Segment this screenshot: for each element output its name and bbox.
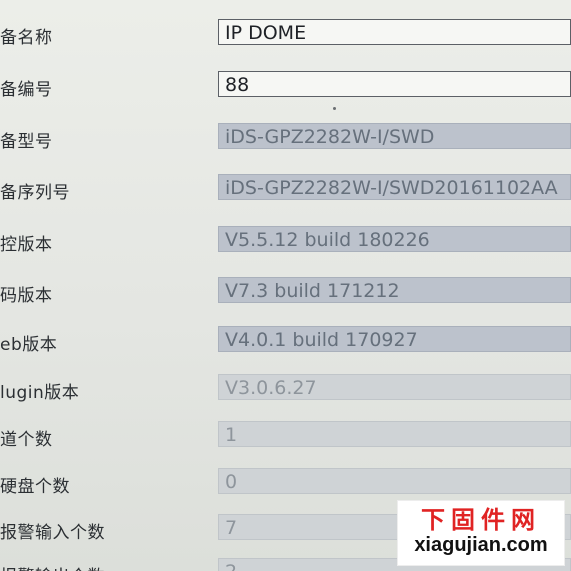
web-version-value: V4.0.1 build 170927: [218, 326, 571, 352]
alarm-output-count-label: 报警输出个数: [0, 562, 105, 571]
row-channel-count: 道个数 1: [0, 421, 571, 451]
serial-number-value: iDS-GPZ2282W-I/SWD20161102AA: [218, 174, 571, 200]
row-serial-number: 备序列号 iDS-GPZ2282W-I/SWD20161102AA: [0, 174, 571, 204]
device-number-label: 备编号: [0, 80, 53, 100]
device-info-screen: 备名称 IP DOME 备编号 88 备型号 iDS-GPZ2282W-I/SW…: [0, 0, 571, 571]
encoding-version-value: V7.3 build 171212: [218, 277, 571, 303]
device-number-input[interactable]: 88: [218, 71, 571, 97]
row-web-version: eb版本 V4.0.1 build 170927: [0, 326, 571, 356]
channel-count-label: 道个数: [0, 430, 53, 450]
site-watermark: 下固件网 xiagujian.com: [397, 500, 565, 566]
plugin-version-value: V3.0.6.27: [218, 374, 571, 400]
hdd-count-value: 0: [218, 468, 571, 494]
main-version-label: 控版本: [0, 235, 53, 255]
watermark-url-text: xiagujian.com: [414, 534, 548, 556]
main-version-value: V5.5.12 build 180226: [218, 226, 571, 252]
row-main-version: 控版本 V5.5.12 build 180226: [0, 226, 571, 256]
row-hdd-count: 硬盘个数 0: [0, 468, 571, 498]
hdd-count-label: 硬盘个数: [0, 477, 70, 497]
watermark-chinese-text: 下固件网: [421, 506, 541, 534]
screen-speck: [333, 107, 336, 110]
device-model-label: 备型号: [0, 132, 53, 152]
channel-count-value: 1: [218, 421, 571, 447]
device-name-label: 备名称: [0, 28, 53, 48]
row-plugin-version: lugin版本 V3.0.6.27: [0, 374, 571, 404]
row-encoding-version: 码版本 V7.3 build 171212: [0, 277, 571, 307]
device-name-input[interactable]: IP DOME: [218, 19, 571, 45]
row-device-model: 备型号 iDS-GPZ2282W-I/SWD: [0, 123, 571, 153]
alarm-input-count-label: 报警输入个数: [0, 523, 105, 543]
plugin-version-label: lugin版本: [0, 383, 80, 403]
encoding-version-label: 码版本: [0, 286, 53, 306]
device-model-value: iDS-GPZ2282W-I/SWD: [218, 123, 571, 149]
row-device-number: 备编号 88: [0, 71, 571, 101]
row-device-name: 备名称 IP DOME: [0, 19, 571, 49]
web-version-label: eb版本: [0, 335, 58, 355]
serial-number-label: 备序列号: [0, 183, 70, 203]
